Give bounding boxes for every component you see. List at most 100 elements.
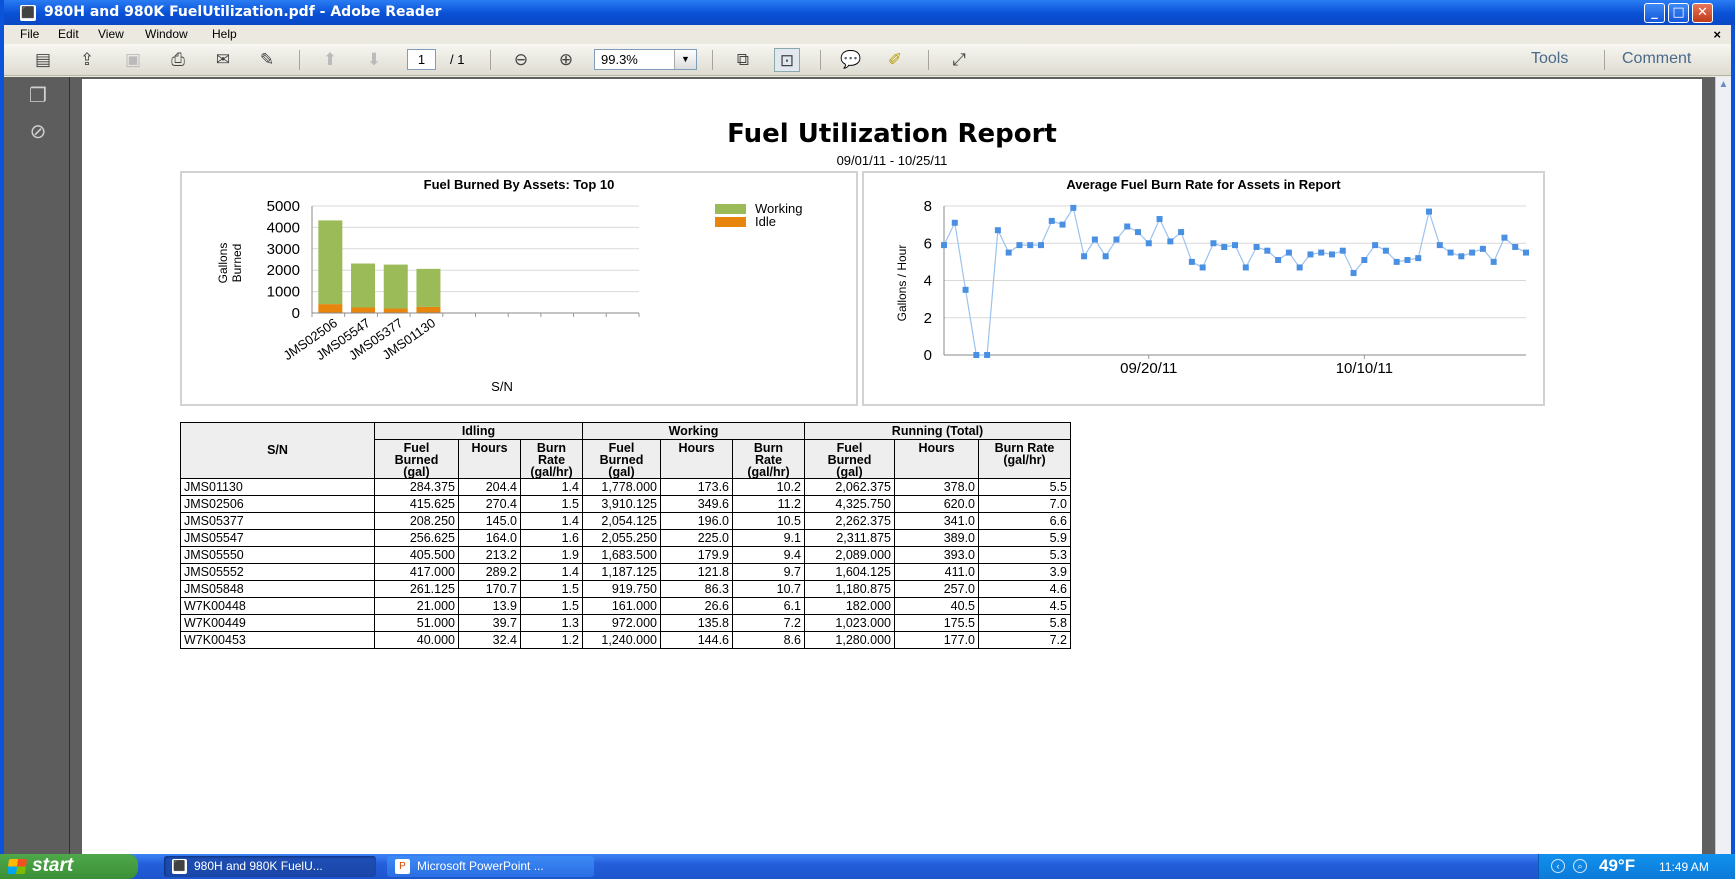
navigation-panel: ❐ ⊘ xyxy=(4,77,70,854)
data-point xyxy=(1318,249,1325,256)
taskbar-item-adobe-reader[interactable]: ⬛ 980H and 980K FuelU... xyxy=(164,856,376,877)
document-area[interactable]: Fuel Utilization Report 09/01/11 - 10/25… xyxy=(70,77,1715,854)
expand-icon[interactable]: ⤢ xyxy=(946,48,972,72)
comment-pane-button[interactable]: Comment xyxy=(1622,50,1691,68)
table-row: JMS05547 256.625 164.0 1.6 2,055.250 225.0 9.1… xyxy=(180,529,1071,547)
menu-file[interactable]: File xyxy=(20,27,39,41)
highlight-text-icon[interactable]: ✐ xyxy=(882,48,908,72)
data-point xyxy=(1135,229,1141,236)
column-header-line: Hours xyxy=(918,441,955,455)
data-point xyxy=(1156,216,1163,223)
x-tick-label: 10/10/11 xyxy=(1336,360,1393,377)
table-cell: 9.1 xyxy=(732,529,805,547)
close-document-button[interactable]: × xyxy=(1713,27,1721,42)
menu-help[interactable]: Help xyxy=(212,27,237,41)
y-tick-label: 2 xyxy=(924,310,932,327)
maximize-button[interactable]: □ xyxy=(1668,3,1689,23)
table-cell: 121.8 xyxy=(660,563,733,581)
adobe-pdf-icon: ⬛ xyxy=(172,859,187,874)
table-cell: 40.5 xyxy=(894,597,979,615)
menu-edit[interactable]: Edit xyxy=(58,27,79,41)
save-icon[interactable]: ▣ xyxy=(120,48,146,72)
chevron-down-icon[interactable]: ▼ xyxy=(674,50,696,69)
taskbar-item-label: Microsoft PowerPoint ... xyxy=(417,859,544,873)
tray-expand-icon[interactable]: ‹ xyxy=(1551,859,1565,873)
menu-view[interactable]: View xyxy=(98,27,124,41)
title-bar[interactable]: ⬛ 980H and 980K FuelUtilization.pdf - Ad… xyxy=(4,0,1735,25)
table-cell: 5.3 xyxy=(978,546,1071,564)
page-total: / 1 xyxy=(450,52,465,67)
data-point xyxy=(1458,253,1465,260)
menu-window[interactable]: Window xyxy=(145,27,188,41)
page-thumbnails-icon[interactable]: ❐ xyxy=(26,83,50,107)
table-cell: 225.0 xyxy=(660,529,733,547)
data-point xyxy=(1469,249,1476,256)
column-header-line: Hours xyxy=(471,441,508,455)
zoom-out-icon[interactable]: ⊖ xyxy=(508,48,534,72)
table-cell: 1,187.125 xyxy=(582,563,661,581)
table-cell: 1.5 xyxy=(520,597,583,615)
vertical-scrollbar[interactable]: ▲ xyxy=(1715,77,1731,854)
table-cell: 3,910.125 xyxy=(582,495,661,513)
search-icon[interactable]: ⌕ xyxy=(1573,859,1587,873)
print-icon[interactable]: ⎙ xyxy=(165,48,191,72)
close-button[interactable]: ✕ xyxy=(1692,3,1713,23)
tools-pane-button[interactable]: Tools xyxy=(1531,50,1568,68)
table-cell: 378.0 xyxy=(894,478,979,496)
column-header: Fuel Burned (gal) xyxy=(582,439,661,479)
page-number-input[interactable]: 1 xyxy=(407,49,436,70)
line-chart-panel: Average Fuel Burn Rate for Assets in Rep… xyxy=(862,171,1545,406)
create-pdf-icon[interactable]: ▤ xyxy=(30,48,56,72)
open-file-icon[interactable]: ⇪ xyxy=(74,48,100,72)
table-cell: 1,778.000 xyxy=(582,478,661,496)
scroll-up-icon[interactable]: ▲ xyxy=(1716,77,1731,93)
scrolling-mode-icon[interactable]: ⧉ xyxy=(730,48,756,72)
y-tick-label: 5000 xyxy=(267,198,300,215)
taskbar-item-powerpoint[interactable]: P Microsoft PowerPoint ... xyxy=(387,856,594,877)
data-point xyxy=(1199,264,1206,271)
data-point xyxy=(1167,238,1174,245)
table-cell: 389.0 xyxy=(894,529,979,547)
data-point xyxy=(1382,247,1389,254)
x-tick-label: 09/20/11 xyxy=(1120,360,1177,377)
bar-chart: 500040003000200010000JMS02506JMS05547JMS… xyxy=(216,198,802,394)
previous-page-icon[interactable]: ⬆ xyxy=(317,48,343,72)
running-group-header: Running (Total) xyxy=(804,422,1071,440)
series-line xyxy=(943,206,1527,356)
data-point xyxy=(1393,258,1400,265)
attachments-paperclip-icon[interactable]: ⊘ xyxy=(26,119,50,143)
table-cell: 2,054.125 xyxy=(582,512,661,530)
table-row: JMS05377 208.250 145.0 1.4 2,054.125 196.0 10.… xyxy=(180,512,1071,530)
bar-chart-title: Fuel Burned By Assets: Top 10 xyxy=(423,177,615,192)
data-point xyxy=(951,219,958,226)
bar-working-JMS02506 xyxy=(318,220,343,305)
data-point xyxy=(1307,251,1314,258)
sticky-note-icon[interactable]: 💬 xyxy=(838,48,864,72)
minimize-button[interactable]: _ xyxy=(1644,3,1665,23)
weather-temperature[interactable]: 49°F xyxy=(1599,856,1635,876)
data-point xyxy=(1350,270,1357,277)
data-point xyxy=(1404,257,1411,264)
zoom-in-icon[interactable]: ⊕ xyxy=(553,48,579,72)
fit-page-icon[interactable]: ⊡ xyxy=(774,48,800,72)
column-header: Hours xyxy=(660,439,733,479)
sign-icon[interactable]: ✎ xyxy=(254,48,280,72)
data-point xyxy=(1426,208,1432,215)
y-tick-label: 4 xyxy=(924,273,932,290)
next-page-icon[interactable]: ⬇ xyxy=(361,48,387,72)
table-cell: 196.0 xyxy=(660,512,733,530)
zoom-select[interactable]: 99.3% ▼ xyxy=(594,49,697,70)
data-point xyxy=(1447,249,1454,256)
email-icon[interactable]: ✉ xyxy=(210,48,236,72)
column-header-line: (gal) xyxy=(608,465,635,479)
data-point xyxy=(1264,247,1271,254)
bar-working-JMS05377 xyxy=(383,264,408,309)
start-button[interactable]: start xyxy=(0,854,138,879)
data-point xyxy=(994,227,1001,234)
fuel-utilization-table: S/N Idling Working Running (Total) Fuel B… xyxy=(180,422,1071,649)
table-row: W7K00449 51.000 39.7 1.3 972.000 135.8 7.2 1,02… xyxy=(180,614,1071,632)
column-header: Burn Rate (gal/hr) xyxy=(732,439,805,479)
bar-idle-JMS01130 xyxy=(416,306,441,313)
table-cell: 4,325.750 xyxy=(804,495,895,513)
serial-number-cell: W7K00449 xyxy=(180,614,375,632)
